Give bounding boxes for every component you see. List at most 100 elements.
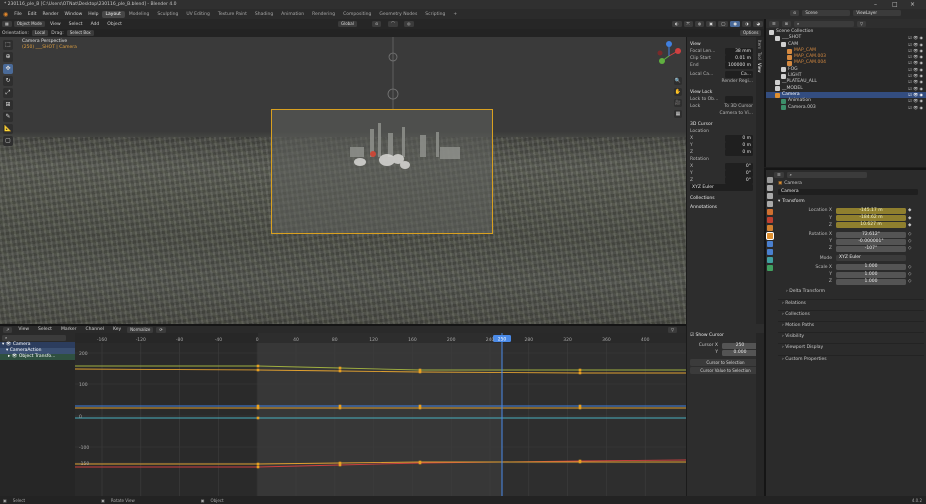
gizmo-toggle-icon[interactable]: ⤧: [683, 21, 693, 27]
keyframe-empty-icon[interactable]: ◇: [908, 278, 911, 285]
keyframe-point[interactable]: [256, 406, 260, 410]
visibility-toggle-icon[interactable]: ☑ 👁 ◉: [908, 105, 926, 111]
menu-object[interactable]: Object: [104, 22, 125, 27]
keyframe-point[interactable]: [338, 366, 342, 370]
cursor-to-selection-button[interactable]: Cursor to Selection: [690, 359, 761, 366]
menu-select[interactable]: Select: [66, 22, 86, 27]
location-x-field[interactable]: -145.17 m: [836, 208, 906, 214]
outliner-item[interactable]: Camera.003 ☑ 👁 ◉: [766, 105, 926, 111]
object-tab-icon[interactable]: [766, 232, 774, 240]
visibility-icon[interactable]: ◐: [672, 21, 682, 27]
tab-tool[interactable]: Tool: [757, 52, 762, 60]
keyframe-point[interactable]: [418, 406, 422, 410]
pivot-icon[interactable]: ⊙: [372, 21, 382, 27]
pan-hand-icon[interactable]: ✋: [674, 88, 682, 96]
options-dropdown[interactable]: Options: [740, 30, 762, 36]
view-lock-section-title[interactable]: View Lock: [690, 89, 753, 96]
keyframe-empty-icon[interactable]: ◇: [908, 238, 911, 245]
3d-cursor-section-title[interactable]: 3D Cursor: [690, 121, 753, 128]
cursor-z-field[interactable]: 0 m: [725, 149, 753, 156]
maximize-icon[interactable]: □: [892, 1, 898, 8]
tab-compositing[interactable]: Compositing: [339, 11, 375, 18]
menu-view[interactable]: View: [47, 22, 64, 27]
select-tool-icon[interactable]: ⬚: [3, 40, 13, 50]
to-3d-cursor-checkbox[interactable]: To 3D Cursor: [724, 103, 753, 110]
normalize-toggle[interactable]: Normalize: [127, 326, 154, 333]
properties-section-3[interactable]: › Visibility: [778, 332, 924, 340]
scale-x-field[interactable]: 1.000: [836, 264, 906, 271]
tab-uv-editing[interactable]: UV Editing: [182, 11, 213, 18]
clip-start-field[interactable]: 0.01 m: [725, 55, 753, 62]
keyframe-point[interactable]: [338, 406, 342, 410]
cursor-x-field[interactable]: 0 m: [725, 135, 753, 142]
object-mode-dropdown[interactable]: Object Mode: [13, 21, 45, 27]
keyframe-empty-icon[interactable]: ◇: [908, 271, 911, 278]
scale-z-field[interactable]: 1.000: [836, 278, 906, 285]
add-workspace-icon[interactable]: +: [449, 11, 461, 18]
keyframe-point[interactable]: [578, 406, 582, 410]
keyframe-point[interactable]: [418, 460, 422, 464]
blender-logo-icon[interactable]: ◉: [0, 11, 11, 18]
view-section-title[interactable]: View: [690, 41, 753, 48]
minimize-icon[interactable]: –: [874, 1, 877, 8]
properties-section-1[interactable]: › Collections: [778, 309, 924, 318]
keyframe-point[interactable]: [578, 371, 582, 375]
xray-icon[interactable]: ▣: [706, 21, 716, 27]
keyframe-point[interactable]: [256, 462, 260, 466]
tab-animation[interactable]: Animation: [277, 11, 308, 18]
camera-view-icon[interactable]: 🎥: [674, 99, 682, 107]
drag-dropdown[interactable]: Select Box: [66, 30, 94, 36]
measure-tool-icon[interactable]: 📐: [3, 124, 13, 134]
output-tab-icon[interactable]: [767, 193, 773, 199]
cursor-tool-icon[interactable]: ⊕: [3, 52, 13, 62]
menu-ge-key[interactable]: Key: [110, 327, 124, 332]
object-name-field[interactable]: Camera: [778, 189, 918, 196]
transform-panel-title[interactable]: ▾ Transform: [778, 198, 924, 205]
location-y-field[interactable]: -184.62 m: [836, 215, 906, 222]
outliner-search-input[interactable]: ⌕: [793, 20, 854, 27]
scale-y-field[interactable]: 1.000: [836, 271, 906, 278]
scene-selector[interactable]: Scene: [802, 10, 851, 16]
shading-material-icon[interactable]: ◑: [741, 21, 752, 27]
graph-editor[interactable]: 250 -160 -120 -80 -40 0 40 80 120 160 200 240 280 32…: [0, 333, 686, 496]
tool-tab-icon[interactable]: [767, 177, 773, 183]
overlay-icon[interactable]: ◍: [694, 21, 705, 27]
shading-solid-icon[interactable]: ●: [730, 21, 740, 27]
menu-help[interactable]: Help: [85, 12, 101, 17]
location-z-field[interactable]: 10.627 m: [836, 222, 906, 229]
keyframe-icon[interactable]: ◆: [908, 222, 911, 229]
rotation-z-field[interactable]: -107°: [836, 246, 906, 253]
keyframe-point[interactable]: [338, 461, 342, 465]
keyframe-empty-icon[interactable]: ◇: [908, 264, 911, 271]
tab-view[interactable]: View: [757, 63, 762, 73]
proportional-edit-icon[interactable]: ◎: [404, 21, 414, 27]
annotations-section[interactable]: Annotations: [690, 204, 753, 211]
data-tab-icon[interactable]: [767, 265, 773, 271]
menu-ge-channel[interactable]: Channel: [83, 327, 107, 332]
cursor-value-to-selection-button[interactable]: Cursor Value to Selection: [690, 367, 761, 374]
world-tab-icon[interactable]: [767, 217, 773, 223]
grid-icon[interactable]: ▦: [674, 110, 682, 118]
keyframe-empty-icon[interactable]: ◇: [908, 231, 911, 238]
focal-length-field[interactable]: 38 mm: [725, 48, 753, 55]
outliner-display-mode-icon[interactable]: ⊞: [781, 20, 791, 27]
menu-window[interactable]: Window: [62, 12, 86, 17]
scale-tool-icon[interactable]: ⤢: [3, 88, 13, 98]
shading-wireframe-icon[interactable]: ◯: [717, 21, 729, 27]
tab-scripting[interactable]: Scripting: [421, 11, 449, 18]
lock-object-field[interactable]: [725, 96, 753, 103]
keyframe-icon[interactable]: ◆: [908, 207, 911, 214]
channel-search-input[interactable]: ⌕: [2, 334, 66, 341]
render-region-checkbox[interactable]: Render Regi...: [721, 78, 753, 85]
keyframe-point[interactable]: [578, 368, 582, 372]
cursor-x-field[interactable]: 250: [722, 342, 758, 349]
zoom-icon[interactable]: 🔍: [674, 77, 682, 85]
delta-transform-panel[interactable]: › Delta Transform: [778, 288, 924, 295]
clip-end-field[interactable]: 100000 m: [725, 62, 753, 69]
transform-tool-icon[interactable]: ⊞: [3, 100, 13, 110]
graph-editor-type-icon[interactable]: ↗: [3, 326, 13, 333]
tab-rendering[interactable]: Rendering: [308, 11, 339, 18]
keyframe-point[interactable]: [256, 368, 260, 372]
physics-tab-icon[interactable]: [767, 249, 773, 255]
channel-object-transform[interactable]: ▸ 👁 Object Transfo...: [0, 354, 75, 360]
